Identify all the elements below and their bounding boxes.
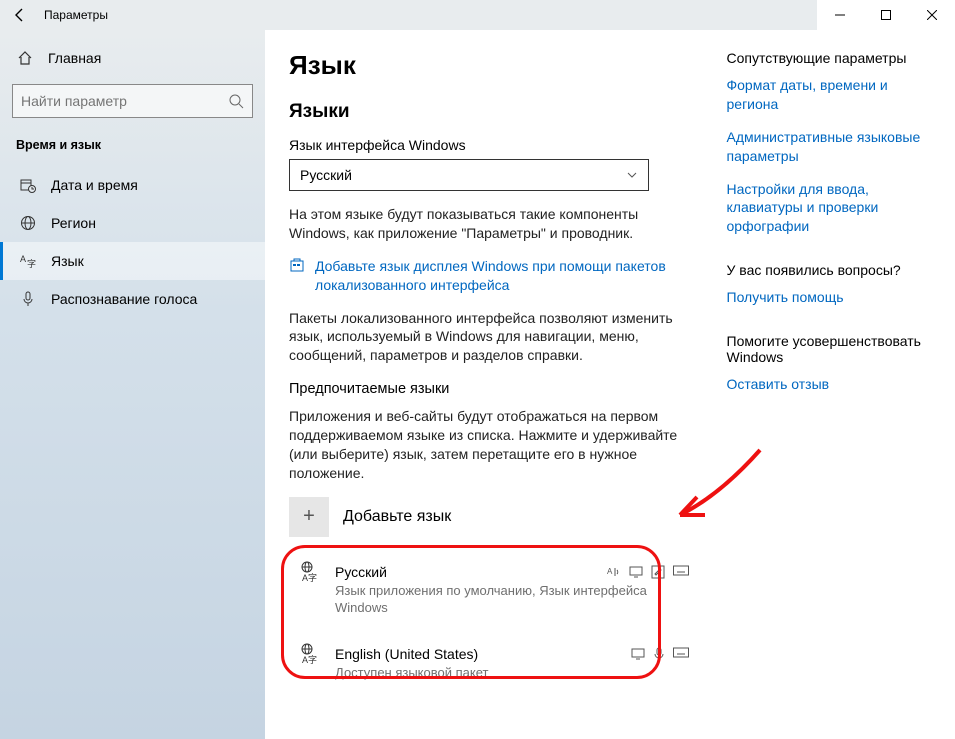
search-input[interactable] (21, 93, 228, 109)
sidebar-item-speech[interactable]: Распознавание голоса (0, 280, 265, 318)
arrow-left-icon (13, 8, 27, 22)
language-item-english[interactable]: A字 English (United States) Доступен язык… (289, 633, 697, 692)
localization-desc: Пакеты локализованного интерфейса позвол… (289, 309, 697, 366)
add-language-label: Добавьте язык (343, 508, 451, 526)
minimize-button[interactable] (817, 0, 863, 30)
maximize-icon (881, 10, 891, 20)
titlebar: Параметры (0, 0, 955, 30)
link-feedback[interactable]: Оставить отзыв (727, 375, 936, 394)
language-icon: A字 (19, 253, 37, 269)
display-icon (629, 565, 643, 579)
link-input-settings[interactable]: Настройки для ввода, клавиатуры и провер… (727, 180, 936, 237)
page-title: Язык (289, 50, 697, 81)
display-language-value: Русский (300, 167, 352, 183)
section-header: Время и язык (0, 138, 265, 166)
language-subtitle: Доступен языковой пакет (297, 665, 689, 682)
search-box[interactable] (12, 84, 253, 118)
sidebar-item-label: Язык (51, 253, 84, 269)
question-header: У вас появились вопросы? (727, 262, 936, 278)
sidebar-item-language[interactable]: A字 Язык (0, 242, 265, 280)
display-language-select[interactable]: Русский (289, 159, 649, 191)
display-icon (631, 647, 645, 661)
sidebar-item-datetime[interactable]: Дата и время (0, 166, 265, 204)
main-panel: Язык Языки Язык интерфейса Windows Русск… (265, 30, 955, 739)
keyboard-icon (673, 565, 689, 579)
store-link-row: Добавьте язык дисплея Windows при помощи… (289, 257, 697, 295)
svg-text:A: A (607, 567, 613, 576)
svg-text:A字: A字 (302, 572, 317, 583)
preferred-desc: Приложения и веб-сайты будут отображатьс… (289, 407, 697, 483)
sidebar-item-label: Распознавание голоса (51, 291, 197, 307)
maximize-button[interactable] (863, 0, 909, 30)
language-list: A字 Русский A Язык приложения по умолчани… (289, 551, 697, 692)
home-button[interactable]: Главная (0, 40, 265, 76)
language-glyph-icon: A字 (297, 643, 325, 665)
search-icon (228, 93, 244, 109)
languages-header: Языки (289, 101, 697, 123)
store-icon (289, 257, 305, 273)
sidebar-item-label: Регион (51, 215, 96, 231)
link-get-help[interactable]: Получить помощь (727, 288, 936, 307)
language-item-russian[interactable]: A字 Русский A Язык приложения по умолчани… (289, 551, 697, 627)
sidebar-item-region[interactable]: Регион (0, 204, 265, 242)
calendar-clock-icon (19, 177, 37, 193)
chevron-down-icon (626, 169, 638, 181)
text-to-speech-icon: A (607, 565, 621, 579)
language-name: Русский (335, 564, 387, 580)
window-controls (817, 0, 955, 30)
globe-icon (19, 215, 37, 231)
home-icon (16, 50, 34, 66)
svg-text:A字: A字 (302, 654, 317, 665)
microphone-icon (19, 291, 37, 307)
link-admin-language[interactable]: Административные языковые параметры (727, 128, 936, 166)
back-button[interactable] (0, 0, 40, 30)
sidebar-item-label: Дата и время (51, 177, 138, 193)
right-panel: Сопутствующие параметры Формат даты, вре… (727, 50, 936, 739)
handwriting-icon (651, 565, 665, 579)
display-lang-desc: На этом языке будут показываться такие к… (289, 205, 697, 243)
window-title: Параметры (40, 8, 108, 22)
svg-text:字: 字 (27, 258, 36, 269)
speech-icon (653, 647, 665, 661)
language-glyph-icon: A字 (297, 561, 325, 583)
language-name: English (United States) (335, 646, 478, 662)
add-language-button[interactable]: + Добавьте язык (289, 497, 697, 537)
display-lang-label: Язык интерфейса Windows (289, 137, 697, 153)
home-label: Главная (48, 50, 101, 66)
svg-text:A: A (20, 254, 26, 264)
preferred-header: Предпочитаемые языки (289, 381, 697, 397)
close-icon (927, 10, 937, 20)
language-subtitle: Язык приложения по умолчанию, Язык интер… (297, 583, 689, 617)
keyboard-icon (673, 647, 689, 661)
improve-header: Помогите усовершенствовать Windows (727, 333, 936, 365)
plus-icon: + (289, 497, 329, 537)
store-link[interactable]: Добавьте язык дисплея Windows при помощи… (315, 257, 697, 295)
close-button[interactable] (909, 0, 955, 30)
minimize-icon (835, 10, 845, 20)
sidebar: Главная Время и язык Дата и время Регион… (0, 30, 265, 739)
link-date-format[interactable]: Формат даты, времени и региона (727, 76, 936, 114)
related-header: Сопутствующие параметры (727, 50, 936, 66)
